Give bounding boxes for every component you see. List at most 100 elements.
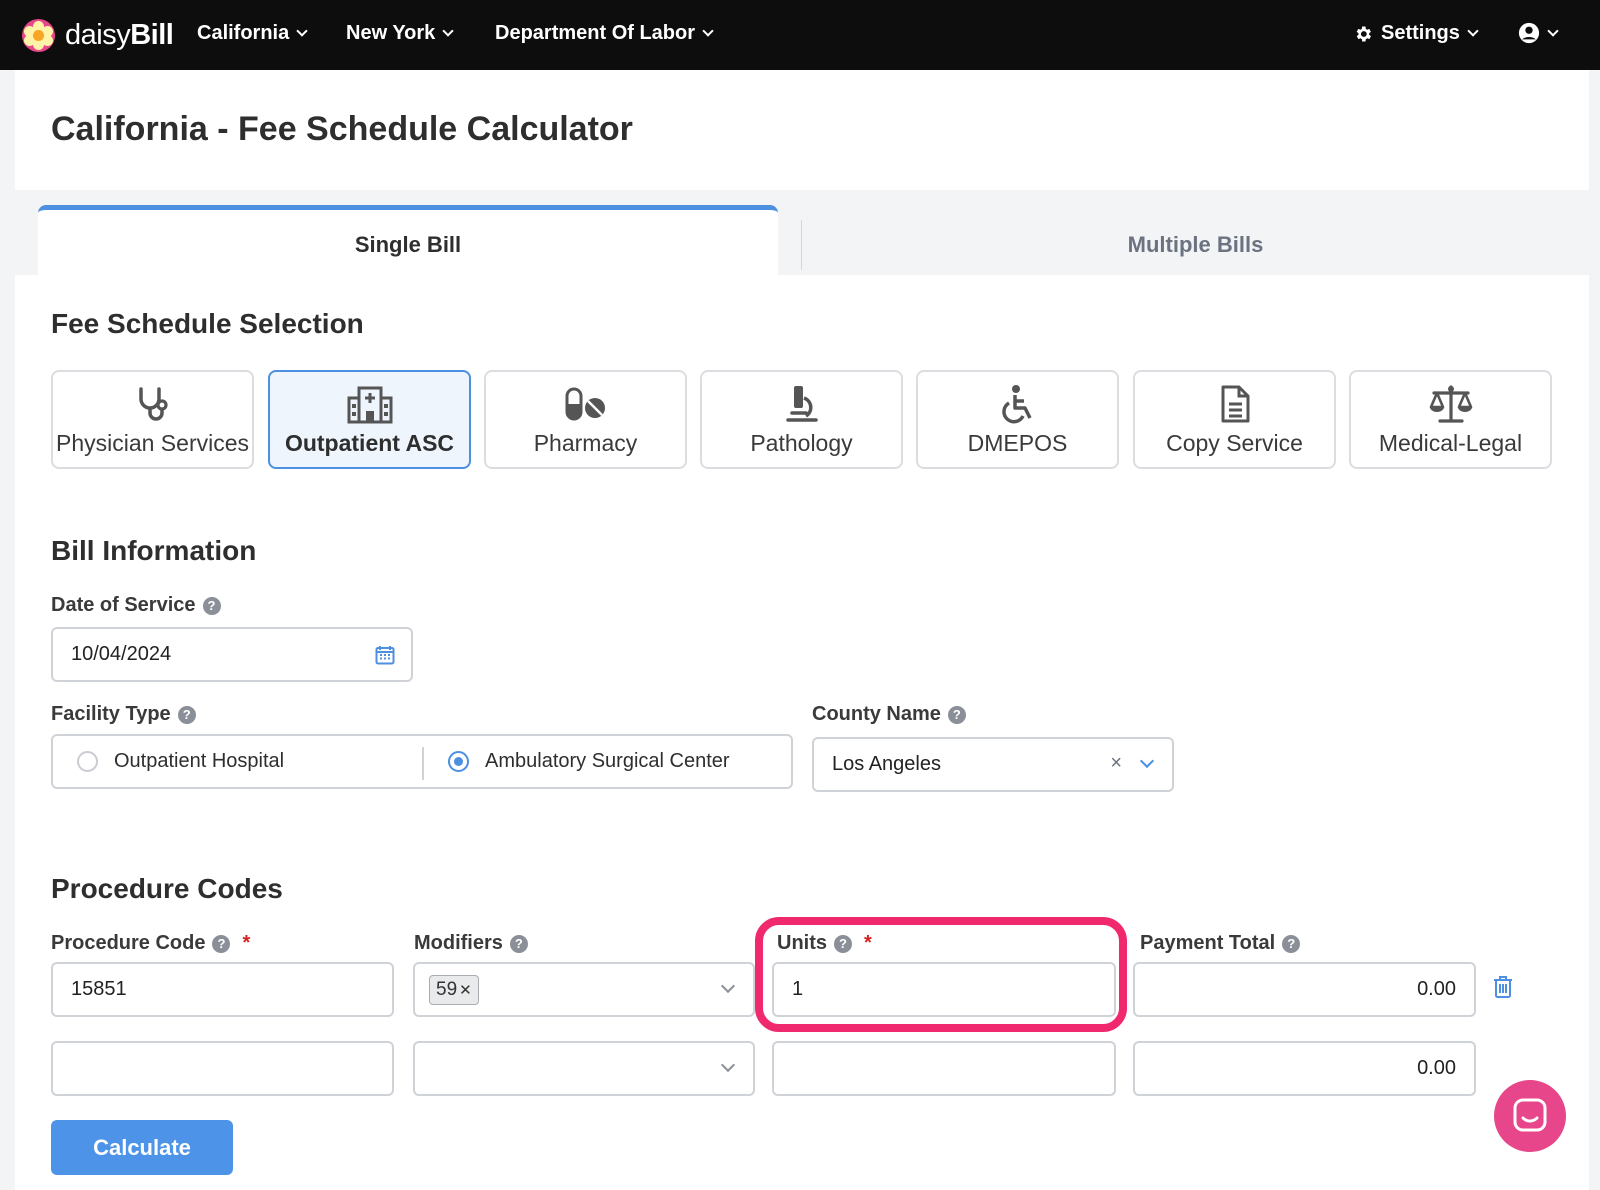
document-icon: [1221, 385, 1249, 423]
modifier-tag: 59 ✕: [429, 975, 479, 1005]
payment-total-value: 0.00: [1417, 1057, 1456, 1079]
trash-icon[interactable]: [1493, 975, 1513, 999]
fee-schedule-outpatient-asc[interactable]: Outpatient ASC: [268, 370, 471, 469]
fee-schedule-medical-legal[interactable]: Medical-Legal: [1349, 370, 1552, 469]
county-name-label: County Name ?: [812, 703, 966, 726]
date-of-service-value: 10/04/2024: [71, 643, 172, 665]
help-icon[interactable]: ?: [212, 934, 231, 953]
help-icon[interactable]: ?: [947, 705, 966, 724]
calculate-button[interactable]: Calculate: [51, 1120, 233, 1175]
pills-icon: [565, 387, 605, 421]
chat-icon: [1513, 1098, 1547, 1132]
chevron-down-icon: [442, 25, 454, 37]
facility-type-radio-group: Outpatient Hospital Ambulatory Surgical …: [51, 734, 793, 789]
nav-dol-label: Department Of Labor: [495, 22, 696, 44]
remove-tag-icon[interactable]: ✕: [459, 981, 472, 999]
radio-ambulatory-surgical-center[interactable]: [448, 751, 469, 772]
clear-icon[interactable]: ×: [1110, 752, 1122, 775]
radio-outpatient-hospital-label[interactable]: Outpatient Hospital: [114, 750, 284, 773]
modifiers-select[interactable]: [413, 1041, 755, 1096]
help-icon[interactable]: ?: [1282, 934, 1301, 953]
radio-divider: [422, 747, 424, 780]
modifiers-header: Modifiers ?: [414, 932, 528, 955]
page-title: California - Fee Schedule Calculator: [51, 110, 633, 148]
facility-type-label-text: Facility Type: [51, 703, 171, 725]
scale-icon: [1429, 385, 1472, 423]
fee-schedule-dmepos[interactable]: DMEPOS: [916, 370, 1119, 469]
chat-launcher-button[interactable]: [1494, 1080, 1566, 1152]
procedure-code-header: Procedure Code ? *: [51, 932, 250, 955]
fee-schedule-label: DMEPOS: [967, 430, 1068, 456]
date-of-service-label: Date of Service ?: [51, 594, 221, 617]
user-circle-icon: [1518, 22, 1540, 44]
date-of-service-input[interactable]: 10/04/2024: [51, 627, 413, 682]
modifiers-header-text: Modifiers: [414, 932, 503, 954]
bill-information-title: Bill Information: [51, 535, 257, 566]
chevron-down-icon: [296, 25, 308, 37]
help-icon[interactable]: ?: [177, 705, 196, 724]
payment-total-header: Payment Total ?: [1140, 932, 1301, 955]
tab-multiple-bills[interactable]: Multiple Bills: [802, 205, 1589, 275]
nav-new-york[interactable]: New York: [346, 22, 454, 45]
wheelchair-icon: [1001, 385, 1032, 424]
fee-schedule-physician-services[interactable]: Physician Services: [51, 370, 254, 469]
help-icon[interactable]: ?: [509, 934, 528, 953]
radio-outpatient-hospital[interactable]: [77, 751, 98, 772]
radio-ambulatory-surgical-center-label[interactable]: Ambulatory Surgical Center: [485, 750, 730, 773]
county-name-value: Los Angeles: [832, 753, 941, 775]
procedure-code-value: 15851: [71, 978, 127, 1000]
chevron-down-icon: [1467, 25, 1479, 37]
fee-schedule-label: Copy Service: [1166, 430, 1303, 456]
gear-icon: [1356, 26, 1371, 41]
fee-schedule-pathology[interactable]: Pathology: [700, 370, 903, 469]
procedure-code-header-text: Procedure Code: [51, 932, 206, 954]
chevron-down-icon[interactable]: [720, 978, 736, 994]
nav-california-label: California: [197, 22, 290, 44]
payment-total-field: 0.00: [1133, 962, 1476, 1017]
fee-schedule-label: Pharmacy: [533, 430, 638, 456]
chevron-down-icon[interactable]: [1139, 753, 1155, 769]
payment-total-header-text: Payment Total: [1140, 932, 1276, 954]
procedure-code-input[interactable]: 15851: [51, 962, 394, 1017]
hospital-icon: [347, 386, 392, 424]
fee-schedule-copy-service[interactable]: Copy Service: [1133, 370, 1336, 469]
microscope-icon: [785, 386, 818, 422]
daisy-logo-icon: [22, 18, 55, 52]
procedure-code-input[interactable]: [51, 1041, 394, 1096]
modifiers-select[interactable]: 59 ✕: [413, 962, 755, 1017]
units-input[interactable]: [772, 1041, 1116, 1096]
daisybill-logo[interactable]: daisyBill: [22, 18, 174, 52]
county-name-select[interactable]: Los Angeles ×: [812, 737, 1174, 792]
nav-california[interactable]: California: [197, 22, 308, 45]
stethoscope-icon: [138, 387, 168, 421]
fee-schedule-label: Medical-Legal: [1378, 430, 1523, 456]
units-highlight: [755, 917, 1127, 1032]
nav-settings-label: Settings: [1381, 22, 1460, 44]
page-header: California - Fee Schedule Calculator: [15, 70, 1589, 190]
payment-total-value: 0.00: [1417, 978, 1456, 1000]
brand-name: daisyBill: [65, 18, 174, 51]
calendar-icon[interactable]: [375, 645, 395, 665]
chevron-down-icon: [702, 25, 714, 37]
date-of-service-label-text: Date of Service: [51, 594, 196, 616]
fee-schedule-label: Outpatient ASC: [284, 430, 455, 456]
county-name-label-text: County Name: [812, 703, 941, 725]
chevron-down-icon: [1547, 24, 1559, 37]
chevron-down-icon[interactable]: [720, 1057, 736, 1073]
payment-total-field: 0.00: [1133, 1041, 1476, 1096]
nav-settings[interactable]: Settings: [1353, 22, 1479, 45]
fee-schedule-label: Pathology: [750, 430, 853, 456]
nav-department-of-labor[interactable]: Department Of Labor: [495, 22, 714, 45]
required-asterisk: *: [242, 932, 251, 954]
facility-type-label: Facility Type ?: [51, 703, 196, 726]
user-menu[interactable]: [1518, 22, 1559, 44]
fee-schedule-pharmacy[interactable]: Pharmacy: [484, 370, 687, 469]
help-icon[interactable]: ?: [202, 596, 221, 615]
fee-schedule-label: Physician Services: [55, 430, 250, 456]
tab-single-bill[interactable]: Single Bill: [38, 205, 778, 275]
modifier-tag-value: 59: [436, 979, 458, 1000]
procedure-codes-title: Procedure Codes: [51, 873, 283, 904]
fee-schedule-selection-title: Fee Schedule Selection: [51, 308, 364, 339]
nav-new-york-label: New York: [346, 22, 436, 44]
top-navbar: daisyBill California New York Department…: [0, 0, 1600, 70]
